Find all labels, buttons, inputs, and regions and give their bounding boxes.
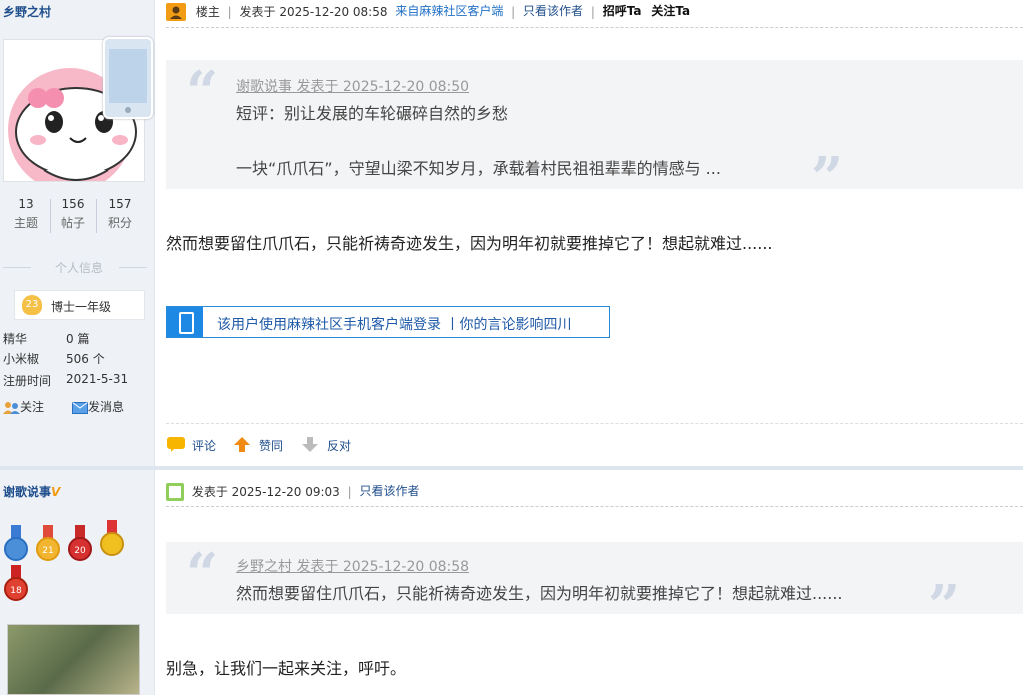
verified-v-icon: V [51,485,61,499]
medal-icon[interactable]: 20 [67,525,93,565]
open-quote-icon: “ [186,59,219,125]
floor-label: 楼主 [195,5,220,19]
avatar[interactable] [7,624,140,695]
dislike-button[interactable]: 反对 [301,436,351,454]
mobile-client-icon [103,37,153,119]
quote-line-2: 一块“爪爪石”，守望山梁不知岁月，承载着村民祖祖辈辈的情感与 ... [236,159,721,178]
post-time: 发表于 2025-12-20 08:58 [239,5,388,19]
author-name-link[interactable]: 乡野之村 [3,3,51,20]
close-quote-icon: ” [811,145,844,211]
quote-attribution-link[interactable]: 谢歌说事 发表于 2025-12-20 08:50 [236,76,469,96]
author-name-link-2[interactable]: 谢歌说事V [3,483,60,500]
client-source-link[interactable]: 来自麻辣社区客户端 [395,4,503,18]
personal-info-heading: 个人信息 [3,259,155,276]
quote-attribution-link-2[interactable]: 乡野之村 发表于 2025-12-20 08:58 [236,556,469,576]
post-time-2: 发表于 2025-12-20 09:03 [191,485,340,499]
detail-essence: 精华 0 篇 [3,332,90,346]
stat-posts[interactable]: 156 帖子 [50,197,96,231]
only-author-link-2[interactable]: 只看该作者 [359,484,419,498]
like-button[interactable]: 赞同 [233,436,283,454]
follow-author-link[interactable]: 关注 [3,398,44,415]
follow-link[interactable]: 关注Ta [651,4,690,18]
phone-icon [167,307,203,337]
stat-points[interactable]: 157 积分 [97,197,143,231]
post-1: 楼主 | 发表于 2025-12-20 08:58 来自麻辣社区客户端 | 只看… [156,0,1023,466]
post-body: 然而想要留住爪爪石，只能祈祷奇迹发生，因为明年初就要推掉它了！想起就难过....… [166,234,773,253]
quote-line-1-2: 然而想要留住爪爪石，只能祈祷奇迹发生，因为明年初就要推掉它了！想起就难过....… [236,584,843,603]
medal-icon[interactable] [99,520,125,560]
post-header: 楼主 | 发表于 2025-12-20 08:58 来自麻辣社区客户端 | 只看… [166,2,690,22]
detail-register-date: 注册时间 2021-5-31 [3,372,129,388]
quote-block-2: “ 乡野之村 发表于 2025-12-20 08:58 然而想要留住爪爪石，只能… [166,541,1023,634]
arrow-down-icon [302,437,318,452]
detail-peppers: 小米椒 506 个 [3,352,105,366]
author-sidebar-2: 谢歌说事V 21 20 18 [0,470,155,695]
client-banner[interactable]: 该用户使用麻辣社区手机客户端登录 丨你的言论影响四川 [166,306,610,338]
arrow-up-icon [234,437,250,452]
quote-block: “ 谢歌说事 发表于 2025-12-20 08:50 短评：别让发展的车轮碾碎… [166,59,1023,206]
stat-topics[interactable]: 13 主题 [3,197,49,231]
medal-icon[interactable]: 21 [35,525,61,565]
user-icon [166,482,184,501]
greet-link[interactable]: 招呼Ta [603,4,642,18]
author-sidebar: 乡野之村 13 主题 156 帖子 157 积分 个人信息 23 博士一年级 精… [0,0,155,466]
close-quote-icon: ” [928,573,961,639]
comment-icon [167,437,185,452]
level-badge-icon: 23 [22,295,42,315]
send-message-link[interactable]: 发消息 [72,398,124,415]
medal-icon[interactable]: 18 [3,565,29,605]
level-box: 23 博士一年级 [14,290,145,320]
post-body-2: 别急，让我们一起来关注，呼吁。 [166,659,407,678]
level-name: 博士一年级 [51,300,112,314]
floor-owner-icon [166,2,186,21]
post-header-2: 发表于 2025-12-20 09:03 | 只看该作者 [166,482,420,502]
open-quote-icon: “ [186,541,219,607]
comment-button[interactable]: 评论 [166,436,216,454]
quote-line-1: 短评：别让发展的车轮碾碎自然的乡愁 [236,104,509,123]
author-stats: 13 主题 156 帖子 157 积分 [0,197,155,237]
mail-icon [72,401,88,414]
only-author-link[interactable]: 只看该作者 [523,4,583,18]
post-2: 发表于 2025-12-20 09:03 | 只看该作者 “ 乡野之村 发表于 … [156,470,1023,695]
users-icon [3,401,20,414]
medal-icon[interactable] [3,525,29,565]
